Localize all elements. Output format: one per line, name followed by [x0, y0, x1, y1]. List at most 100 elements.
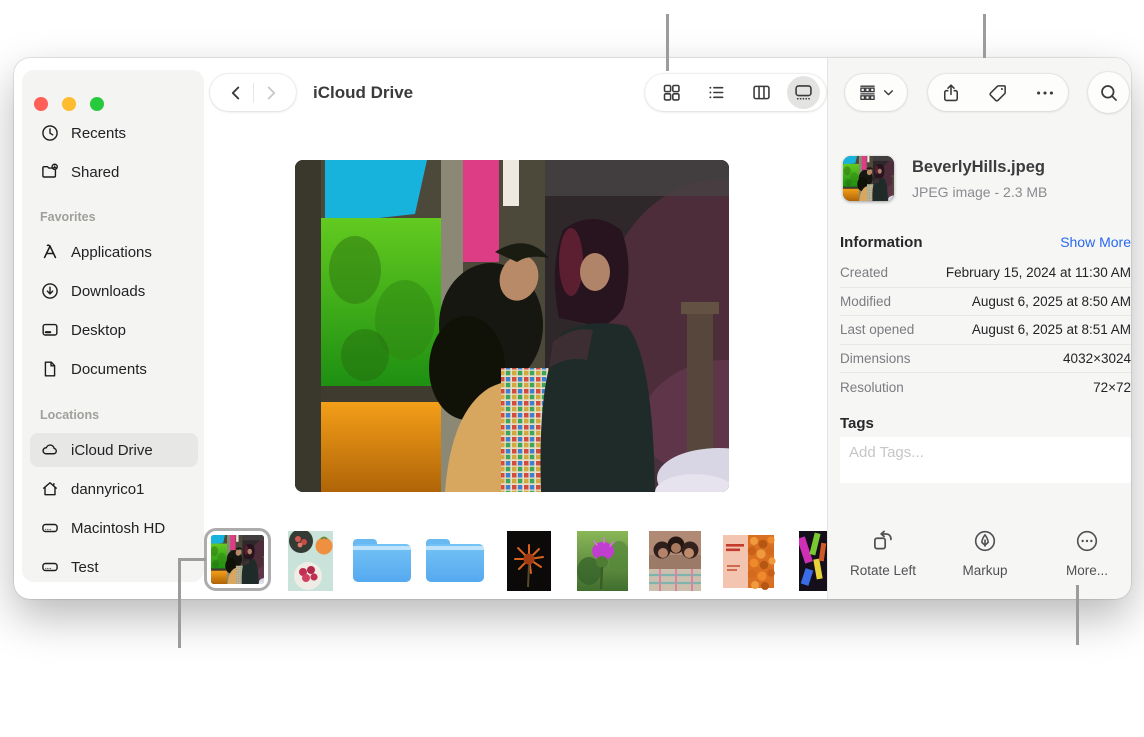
thumbnail-thistle-flower[interactable]	[577, 531, 628, 591]
thumbnail-farmers-market-flyer[interactable]	[721, 533, 776, 590]
sidebar-item-macintosh-hd[interactable]: Macintosh HD	[30, 511, 198, 545]
sidebar-item-label: Downloads	[71, 283, 145, 300]
show-more-link[interactable]: Show More	[1060, 234, 1131, 250]
nav-separator	[253, 83, 254, 103]
column-view-icon	[751, 82, 772, 103]
navigation-buttons	[210, 74, 296, 111]
tags-button[interactable]	[987, 82, 1009, 104]
sidebar-item-label: Recents	[71, 125, 126, 142]
callout-line-view-buttons	[666, 14, 669, 71]
gallery-preview-image[interactable]	[295, 160, 729, 492]
preview-file-kind-size: JPEG image - 2.3 MB	[912, 184, 1047, 200]
chevron-down-icon	[882, 86, 895, 99]
group-button[interactable]	[845, 74, 907, 111]
more-quick-action-button[interactable]: More...	[1039, 528, 1135, 578]
info-row-last-opened: Last opened August 6, 2025 at 8:51 AM	[840, 316, 1131, 345]
shared-folder-icon	[40, 162, 60, 182]
sidebar-item-applications[interactable]: Applications	[30, 235, 198, 269]
rotate-left-button[interactable]: Rotate Left	[835, 528, 931, 578]
sidebar-item-label: Documents	[71, 361, 147, 378]
close-window-button[interactable]	[34, 97, 48, 111]
markup-button[interactable]: Markup	[937, 528, 1033, 578]
thumbnail-food-photo[interactable]	[288, 531, 333, 591]
callout-line-selected-thumbnail-vertical	[178, 558, 181, 648]
tags-heading: Tags	[840, 415, 874, 432]
sidebar-item-downloads[interactable]: Downloads	[30, 274, 198, 308]
clock-icon	[40, 123, 60, 143]
thumbnail-orange-flower[interactable]	[507, 531, 551, 591]
folder-icon[interactable]	[352, 537, 412, 583]
info-row-modified: Modified August 6, 2025 at 8:50 AM	[840, 288, 1131, 317]
info-row-created: Created February 15, 2024 at 11:30 AM	[840, 259, 1131, 288]
search-icon	[1098, 82, 1120, 104]
window-controls	[34, 97, 104, 111]
sidebar-item-label: Shared	[71, 164, 119, 181]
ellipsis-icon	[1034, 82, 1056, 104]
grid-view-icon	[661, 82, 682, 103]
share-button[interactable]	[940, 82, 962, 104]
sidebar-item-documents[interactable]: Documents	[30, 352, 198, 386]
gallery-view-button[interactable]	[787, 76, 820, 109]
desktop-icon	[40, 320, 60, 340]
information-heading: Information	[840, 234, 923, 251]
sidebar-item-label: dannyrico1	[71, 481, 144, 498]
hard-drive-icon	[40, 518, 60, 538]
sidebar-item-dannyrico1[interactable]: dannyrico1	[30, 472, 198, 506]
icon-view-button[interactable]	[652, 76, 692, 109]
toolbar-actions	[928, 74, 1068, 111]
window-title: iCloud Drive	[313, 74, 413, 111]
thumbnail-neon-photo-clipped[interactable]	[799, 531, 827, 591]
gallery-view-icon	[793, 82, 814, 103]
thumbnail-group-selfie[interactable]	[649, 531, 701, 591]
more-circle-icon	[1074, 528, 1100, 554]
list-view-button[interactable]	[697, 76, 737, 109]
callout-line-toolbar-actions	[983, 14, 986, 58]
folder-icon[interactable]	[425, 537, 485, 583]
information-table: Created February 15, 2024 at 11:30 AM Mo…	[840, 259, 1131, 402]
applications-icon	[40, 242, 60, 262]
screenshot-canvas: Recents Shared Favorites Applications Do…	[0, 0, 1144, 737]
column-view-button[interactable]	[742, 76, 782, 109]
view-switcher	[645, 74, 826, 111]
sidebar-item-label: Macintosh HD	[71, 520, 165, 537]
sidebar-item-label: iCloud Drive	[71, 442, 153, 459]
rotate-left-icon	[870, 528, 896, 554]
preview-file-thumbnail[interactable]	[843, 156, 894, 201]
sidebar-item-icloud-drive[interactable]: iCloud Drive	[30, 433, 198, 467]
sidebar-item-label: Desktop	[71, 322, 126, 339]
thumbnail-beverlyhills-selected[interactable]	[204, 528, 271, 591]
callout-line-selected-thumbnail-horizontal	[178, 558, 206, 561]
info-row-resolution: Resolution 72×72	[840, 373, 1131, 402]
markup-icon	[972, 528, 998, 554]
more-toolbar-button[interactable]	[1034, 82, 1056, 104]
finder-window: Recents Shared Favorites Applications Do…	[14, 58, 1131, 599]
sidebar-section-locations: Locations	[40, 408, 99, 422]
forward-button[interactable]	[260, 82, 282, 104]
sidebar-item-desktop[interactable]: Desktop	[30, 313, 198, 347]
back-button[interactable]	[225, 82, 247, 104]
tag-icon	[987, 82, 1009, 104]
home-icon	[40, 479, 60, 499]
sidebar-item-label: Applications	[71, 244, 152, 261]
add-tags-input[interactable]	[840, 437, 1131, 483]
cloud-icon	[40, 440, 60, 460]
preview-pane-divider	[827, 58, 828, 599]
sidebar-item-label: Test	[71, 559, 99, 576]
preview-file-name: BeverlyHills.jpeg	[912, 158, 1045, 177]
sidebar-item-shared[interactable]: Shared	[30, 155, 198, 189]
document-icon	[40, 359, 60, 379]
share-icon	[940, 82, 962, 104]
info-row-dimensions: Dimensions 4032×3024	[840, 345, 1131, 374]
zoom-window-button[interactable]	[90, 97, 104, 111]
group-icon	[857, 82, 878, 103]
sidebar-section-favorites: Favorites	[40, 210, 96, 224]
callout-line-more-button	[1076, 585, 1079, 645]
sidebar-item-test[interactable]: Test	[30, 550, 198, 584]
sidebar-item-recents[interactable]: Recents	[30, 116, 198, 150]
downloads-icon	[40, 281, 60, 301]
minimize-window-button[interactable]	[62, 97, 76, 111]
search-button[interactable]	[1088, 72, 1129, 113]
list-view-icon	[706, 82, 727, 103]
hard-drive-icon	[40, 557, 60, 577]
quick-actions: Rotate Left Markup More...	[832, 528, 1138, 578]
